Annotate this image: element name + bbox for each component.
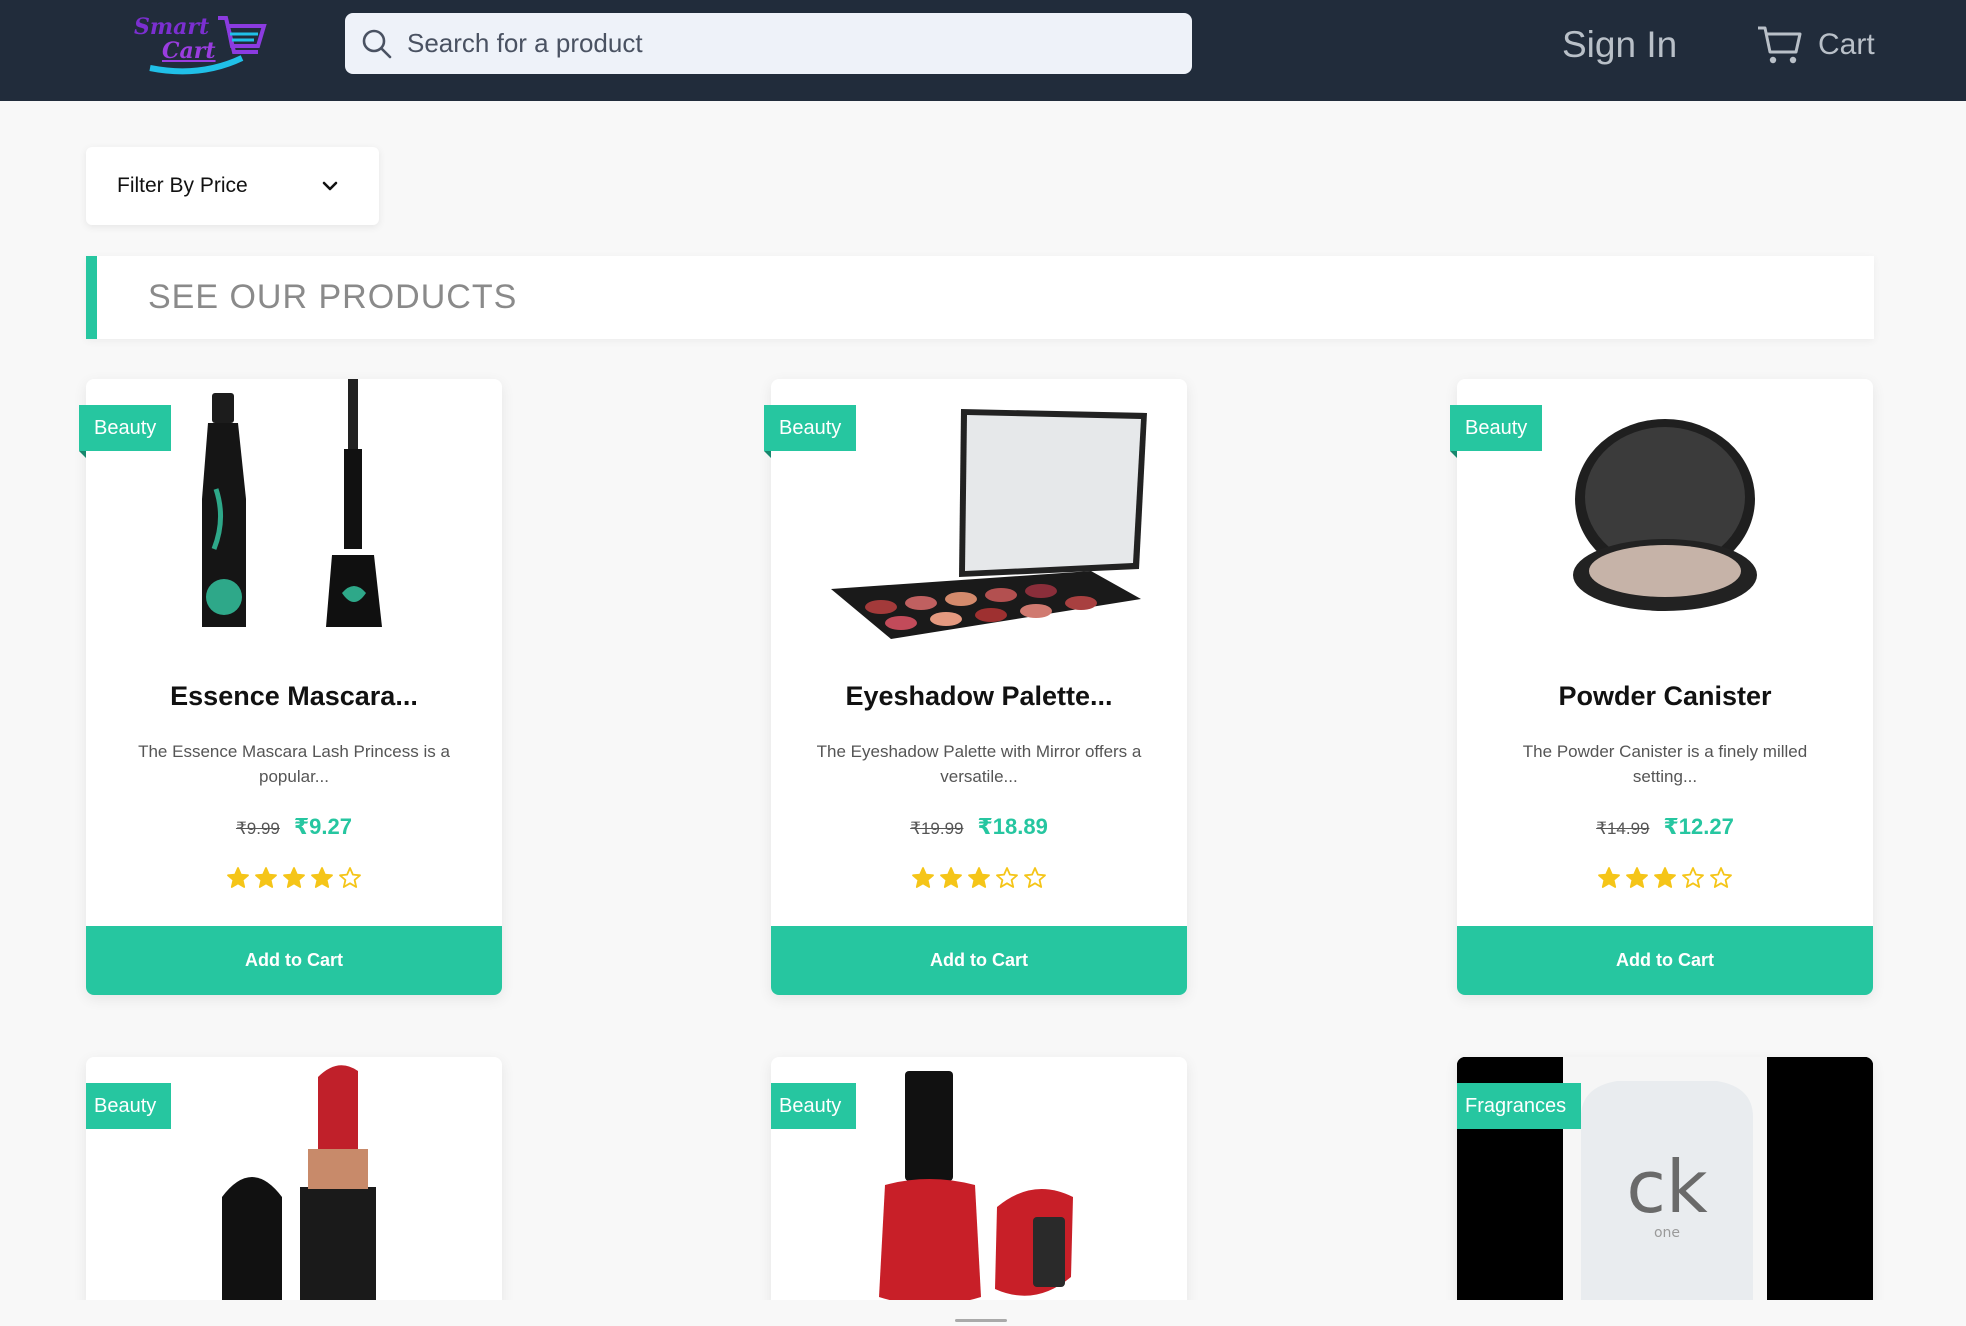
scroll-handle[interactable]: [955, 1319, 1007, 1322]
star-outline-icon: [1710, 867, 1732, 888]
star-filled-icon: [940, 867, 962, 888]
category-badge: Beauty: [764, 405, 857, 458]
product-card[interactable]: ck one Fragrances: [1457, 1057, 1873, 1307]
sale-price: ₹9.27: [293, 814, 353, 839]
category-badge: Beauty: [79, 405, 172, 458]
add-to-cart-button[interactable]: Add to Cart: [86, 926, 502, 995]
section-title: SEE OUR PRODUCTS: [148, 278, 518, 316]
star-outline-icon: [339, 867, 361, 888]
chevron-down-icon: [322, 181, 338, 191]
product-card[interactable]: Beauty Essence Mascara... The Essence Ma…: [79, 379, 502, 995]
add-to-cart-button[interactable]: Add to Cart: [1457, 926, 1873, 995]
category-badge: Beauty: [1450, 405, 1543, 458]
star-filled-icon: [227, 867, 249, 888]
smart-cart-logo[interactable]: Smart Cart: [130, 12, 270, 78]
category-badge: Beauty: [771, 1083, 857, 1136]
filter-by-price-dropdown[interactable]: Filter By Price: [86, 147, 379, 225]
add-to-cart-button[interactable]: Add to Cart: [771, 926, 1187, 995]
rating-stars: [771, 866, 1187, 890]
rating-stars: [1457, 866, 1873, 890]
star-filled-icon: [311, 867, 333, 888]
product-card[interactable]: Beauty: [86, 1057, 502, 1307]
sale-price: ₹12.27: [1663, 814, 1734, 839]
product-card[interactable]: Beauty Eyeshadow Palette... The Eyeshado…: [764, 379, 1187, 995]
price-row: ₹19.99 ₹18.89: [771, 814, 1187, 840]
original-price: ₹19.99: [910, 819, 964, 838]
star-filled-icon: [1654, 867, 1676, 888]
product-title[interactable]: Powder Canister: [1457, 681, 1873, 712]
search-placeholder: Search for a product: [407, 28, 643, 58]
logo-text-cart: Cart: [162, 38, 216, 64]
star-filled-icon: [255, 867, 277, 888]
perfume-subtext: one: [1654, 1225, 1680, 1241]
star-filled-icon: [1598, 867, 1620, 888]
cart-icon: [1758, 26, 1802, 64]
price-row: ₹14.99 ₹12.27: [1457, 814, 1873, 840]
product-description: The Powder Canister is a finely milled s…: [1522, 742, 1808, 786]
perfume-brand-text: ck: [1626, 1145, 1708, 1229]
star-outline-icon: [996, 867, 1018, 888]
search-input[interactable]: Search for a product: [345, 13, 1192, 74]
sale-price: ₹18.89: [977, 814, 1048, 839]
search-icon: [362, 29, 392, 58]
star-filled-icon: [1626, 867, 1648, 888]
product-card[interactable]: Beauty: [771, 1057, 1187, 1307]
product-title[interactable]: Essence Mascara...: [86, 681, 502, 712]
rating-stars: [86, 866, 502, 890]
star-filled-icon: [912, 867, 934, 888]
category-badge: Beauty: [86, 1083, 172, 1136]
cart-button[interactable]: Cart: [1756, 24, 1875, 66]
bottom-bar: [0, 1300, 1966, 1326]
section-heading: SEE OUR PRODUCTS: [86, 256, 1874, 339]
product-description: The Eyeshadow Palette with Mirror offers…: [816, 742, 1142, 786]
product-card[interactable]: Beauty Powder Canister The Powder Canist…: [1450, 379, 1873, 995]
price-row: ₹9.99 ₹9.27: [86, 814, 502, 840]
product-description: The Essence Mascara Lash Princess is a p…: [138, 742, 450, 786]
top-navbar: Smart Cart Search for a product Sign In …: [0, 0, 1966, 101]
original-price: ₹9.99: [235, 819, 280, 838]
star-outline-icon: [1024, 867, 1046, 888]
sign-in-link[interactable]: Sign In: [1562, 24, 1677, 66]
logo-text-smart: Smart: [134, 14, 210, 40]
star-filled-icon: [968, 867, 990, 888]
cart-label: Cart: [1818, 28, 1875, 61]
star-outline-icon: [1682, 867, 1704, 888]
original-price: ₹14.99: [1596, 819, 1650, 838]
filter-label: Filter By Price: [117, 174, 248, 197]
star-filled-icon: [283, 867, 305, 888]
product-title[interactable]: Eyeshadow Palette...: [771, 681, 1187, 712]
category-badge: Fragrances: [1457, 1083, 1582, 1136]
